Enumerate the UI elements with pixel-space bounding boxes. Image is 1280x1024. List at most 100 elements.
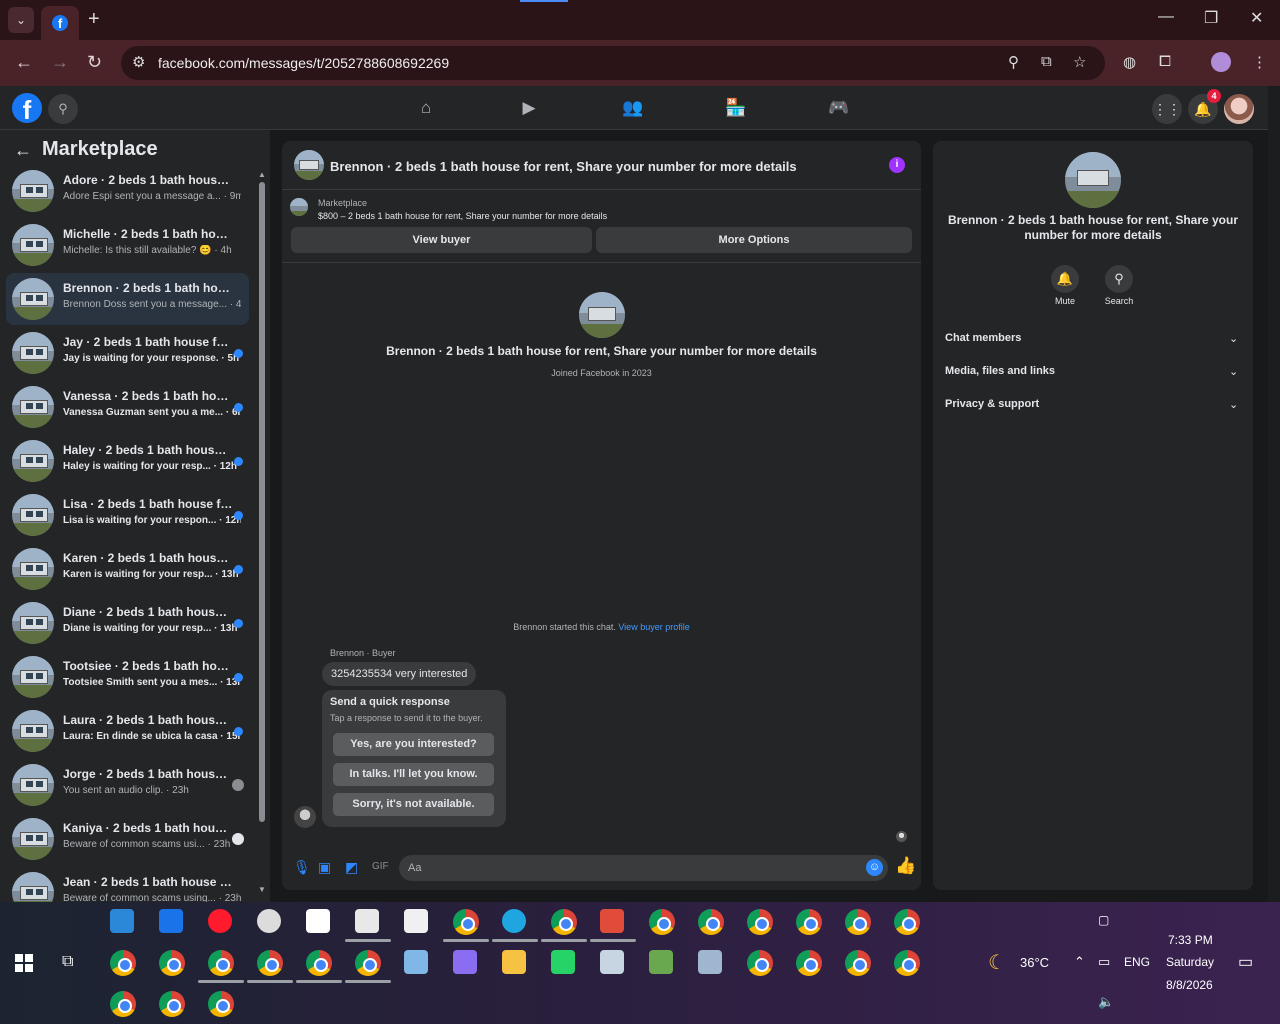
chrome-icon[interactable]: [110, 950, 136, 976]
edge-icon[interactable]: [502, 909, 526, 933]
reload-icon[interactable]: ↻: [87, 52, 102, 73]
chrome-icon[interactable]: [845, 950, 871, 976]
tray-icon[interactable]: ▢: [1098, 913, 1109, 927]
quick-response-not-available-button[interactable]: Sorry, it's not available.: [333, 793, 494, 816]
chrome-icon[interactable]: [453, 909, 479, 935]
forward-icon[interactable]: →: [51, 52, 69, 73]
search-conversation-icon[interactable]: ⚲: [1105, 265, 1133, 293]
copilot-icon[interactable]: [453, 950, 477, 974]
browser-menu-icon[interactable]: ⋮: [1252, 53, 1267, 71]
chrome-icon[interactable]: [208, 991, 234, 1017]
quick-response-yes-button[interactable]: Yes, are you interested?: [333, 733, 494, 756]
chrome-icon[interactable]: [747, 909, 773, 935]
marketplace-icon[interactable]: 🏪: [725, 98, 747, 118]
quick-response-in-talks-button[interactable]: In talks. I'll let you know.: [333, 763, 494, 786]
menu-grid-icon[interactable]: ⋮⋮: [1152, 94, 1182, 124]
conversation-item[interactable]: Tootsiee · 2 beds 1 bath house... Tootsie…: [6, 651, 249, 703]
browser-tab-facebook[interactable]: f: [41, 6, 79, 40]
back-icon[interactable]: ←: [15, 52, 33, 73]
chat-header-title[interactable]: Brennon · 2 beds 1 bath house for rent, …: [330, 159, 797, 174]
notification-center-icon[interactable]: ▭: [1238, 952, 1253, 972]
conversation-item[interactable]: Laura · 2 beds 1 bath house fo... Laura: …: [6, 705, 249, 757]
conversation-item[interactable]: Brennon · 2 beds 1 bath house f... Brenno…: [6, 273, 249, 325]
install-app-icon[interactable]: ⧉: [1041, 53, 1052, 70]
account-avatar[interactable]: [1224, 94, 1254, 124]
section-privacy-support[interactable]: Privacy & support: [945, 398, 1039, 410]
language-indicator[interactable]: ENG: [1124, 955, 1150, 969]
start-windows-icon[interactable]: [15, 954, 33, 972]
url-text[interactable]: facebook.com/messages/t/2052788608692269: [158, 55, 449, 71]
conversation-item[interactable]: Vanessa · 2 beds 1 bath house... Vanessa …: [6, 381, 249, 433]
minimize-button[interactable]: —: [1158, 8, 1174, 26]
chatgpt-icon[interactable]: [257, 909, 281, 933]
bookmark-star-icon[interactable]: ☆: [1073, 53, 1086, 71]
chrome-icon[interactable]: [551, 909, 577, 935]
task-view-icon[interactable]: ⧉: [62, 953, 73, 971]
folder-icon[interactable]: [502, 950, 526, 974]
section-chat-members[interactable]: Chat members: [945, 332, 1021, 344]
clock-day[interactable]: Saturday: [1166, 955, 1214, 969]
whatsapp-icon[interactable]: [551, 950, 575, 974]
chart-icon[interactable]: [649, 950, 673, 974]
chevron-down-icon[interactable]: ⌄: [1229, 398, 1238, 411]
conversation-item[interactable]: Adore · 2 beds 1 bath house for... Adore …: [6, 165, 249, 217]
close-window-button[interactable]: ✕: [1250, 8, 1263, 28]
clock-time[interactable]: 7:33 PM: [1168, 933, 1213, 947]
chrome-icon[interactable]: [894, 909, 920, 935]
chrome-icon[interactable]: [355, 950, 381, 976]
store-icon[interactable]: [110, 909, 134, 933]
view-buyer-profile-link[interactable]: View buyer profile: [618, 622, 689, 632]
chrome-icon[interactable]: [649, 909, 675, 935]
weather-temp[interactable]: 36°C: [1020, 955, 1049, 970]
conversation-item[interactable]: Michelle · 2 beds 1 bath house f... Miche…: [6, 219, 249, 271]
mute-bell-icon[interactable]: 🔔: [1051, 265, 1079, 293]
listing-thumbnail[interactable]: [294, 150, 324, 180]
chrome-icon[interactable]: [845, 909, 871, 935]
sender-avatar[interactable]: [294, 806, 316, 828]
video-icon[interactable]: ▶: [518, 98, 540, 118]
message-input[interactable]: [408, 859, 858, 877]
conversation-item[interactable]: Karen · 2 beds 1 bath house f... Karen is…: [6, 543, 249, 595]
chrome-icon[interactable]: [159, 950, 185, 976]
shield-icon[interactable]: [306, 909, 330, 933]
conversation-item[interactable]: Lisa · 2 beds 1 bath house for ... Lisa i…: [6, 489, 249, 541]
view-buyer-button[interactable]: View buyer: [291, 227, 592, 253]
conversation-item[interactable]: Kaniya · 2 beds 1 bath house ... Beware o…: [6, 813, 249, 865]
conversation-item[interactable]: Jay · 2 beds 1 bath house for r... Jay is…: [6, 327, 249, 379]
maximize-button[interactable]: ❐: [1204, 8, 1218, 28]
chrome-icon[interactable]: [110, 991, 136, 1017]
chrome-icon[interactable]: [159, 991, 185, 1017]
chrome-icon[interactable]: [698, 909, 724, 935]
chrome-icon[interactable]: [306, 950, 332, 976]
extensions-icon[interactable]: ⧠: [1159, 53, 1171, 70]
site-info-icon[interactable]: ⚙: [132, 53, 145, 71]
network-icon[interactable]: ▭: [1098, 954, 1110, 970]
conversation-item[interactable]: Jorge · 2 beds 1 bath house f... You sent…: [6, 759, 249, 811]
chrome-icon[interactable]: [894, 950, 920, 976]
profile-avatar-icon[interactable]: [1211, 52, 1231, 72]
gif-icon[interactable]: GIF: [372, 861, 389, 872]
section-media-files-links[interactable]: Media, files and links: [945, 365, 1055, 377]
conversation-item[interactable]: Haley · 2 beds 1 bath house fo... Haley i…: [6, 435, 249, 487]
chrome-icon[interactable]: [796, 909, 822, 935]
chevron-up-icon[interactable]: ⌃: [1074, 954, 1085, 970]
page-scrollbar[interactable]: [1268, 86, 1280, 902]
sticker-icon[interactable]: ◩: [345, 859, 358, 876]
chrome-icon[interactable]: [747, 950, 773, 976]
chevron-down-icon[interactable]: ⌄: [1229, 332, 1238, 345]
message-bubble[interactable]: 3254235534 very interested: [322, 662, 477, 686]
tab-search-dropdown-icon[interactable]: ⌄: [8, 7, 34, 33]
translate-icon[interactable]: ◍: [1123, 53, 1136, 71]
opera-icon[interactable]: [208, 909, 232, 933]
remote-icon[interactable]: [159, 909, 183, 933]
friends-icon[interactable]: 👥: [622, 98, 644, 118]
remote2-icon[interactable]: [600, 950, 624, 974]
microphone-icon[interactable]: 🎙: [293, 859, 311, 876]
anydesk-icon[interactable]: [600, 909, 624, 933]
volume-icon[interactable]: 🔈: [1098, 994, 1114, 1010]
home-icon[interactable]: ⌂: [415, 98, 437, 118]
notes-icon[interactable]: [404, 950, 428, 974]
back-arrow-icon[interactable]: ←: [14, 140, 32, 161]
gear-icon[interactable]: [355, 909, 379, 933]
photo-icon[interactable]: ▣: [318, 859, 331, 876]
